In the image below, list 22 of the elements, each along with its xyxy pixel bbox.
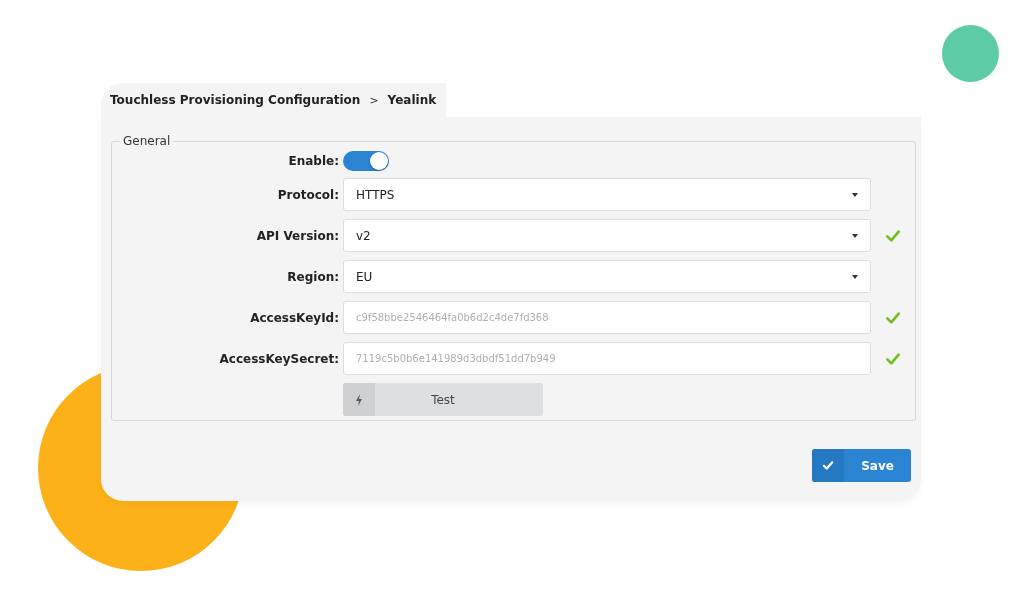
select-field[interactable]: HTTPS [343,178,871,211]
breadcrumb-item[interactable]: Yealink [387,93,437,107]
breadcrumb-item[interactable]: Touchless Provisioning Configuration [110,93,361,107]
field-label: Enable: [287,154,340,168]
check-icon [822,460,834,471]
lightning-icon [355,393,363,406]
field-label: Region: [286,269,340,284]
section-legend: General [120,134,174,148]
select-field[interactable]: EU [343,260,871,293]
field-label: Protocol: [276,187,340,202]
select-field[interactable]: v2 [343,219,871,252]
test-button[interactable]: Test [343,383,543,416]
field-label: AccessKeySecret: [218,351,340,366]
save-button[interactable]: Save [812,449,911,482]
caret-icon [852,233,858,238]
breadcrumb-separator: > [369,93,379,107]
field-label: AccessKeyId: [249,310,340,325]
field-label: API Version: [255,228,340,243]
decorative-circle [942,25,999,82]
enable-toggle[interactable] [343,151,389,171]
caret-icon [852,274,858,279]
caret-icon [852,192,858,197]
